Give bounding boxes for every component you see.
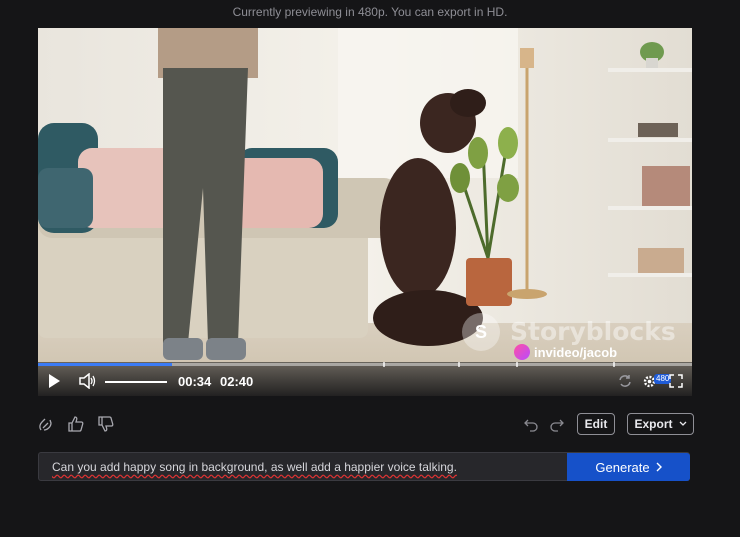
chevron-down-icon [679,421,686,426]
preview-notice: Currently previewing in 480p. You can ex… [232,5,508,19]
player-controls [38,362,692,396]
export-button[interactable]: Export [627,413,694,435]
volume-slider[interactable] [105,381,167,383]
current-time: 00:34 [178,374,212,389]
clap-icon[interactable] [37,415,55,433]
scene-marker [383,362,385,367]
thumbs-up-icon[interactable] [67,415,85,433]
progress-fill [38,363,173,366]
watermark-logo-icon: S [462,313,500,351]
undo-icon[interactable] [522,416,540,434]
play-icon[interactable] [44,371,64,391]
thumbs-down-icon[interactable] [97,415,115,433]
loop-icon[interactable] [617,373,633,389]
duration: 02:40 [220,374,254,389]
volume-level [105,381,167,383]
progress-bar[interactable] [38,362,692,367]
scene-marker [613,362,615,367]
scene-marker [458,362,460,367]
scene-marker [516,362,518,367]
prompt-text: Can you add happy song in background, as… [52,460,457,474]
edit-button[interactable]: Edit [577,413,615,435]
generate-button[interactable]: Generate [567,453,690,481]
fullscreen-icon[interactable] [668,373,684,389]
volume-icon[interactable] [78,372,98,390]
export-label: Export [634,417,673,431]
generate-label: Generate [595,459,650,475]
video-player[interactable]: S Storyblocks invideo/jacob 00:34 02:40 … [38,28,692,396]
redo-icon[interactable] [548,416,566,434]
creator-name: invideo/jacob [534,344,618,360]
creator-avatar-icon [514,344,530,360]
creator-credit: invideo/jacob [514,342,617,362]
chevron-right-icon [656,462,662,472]
